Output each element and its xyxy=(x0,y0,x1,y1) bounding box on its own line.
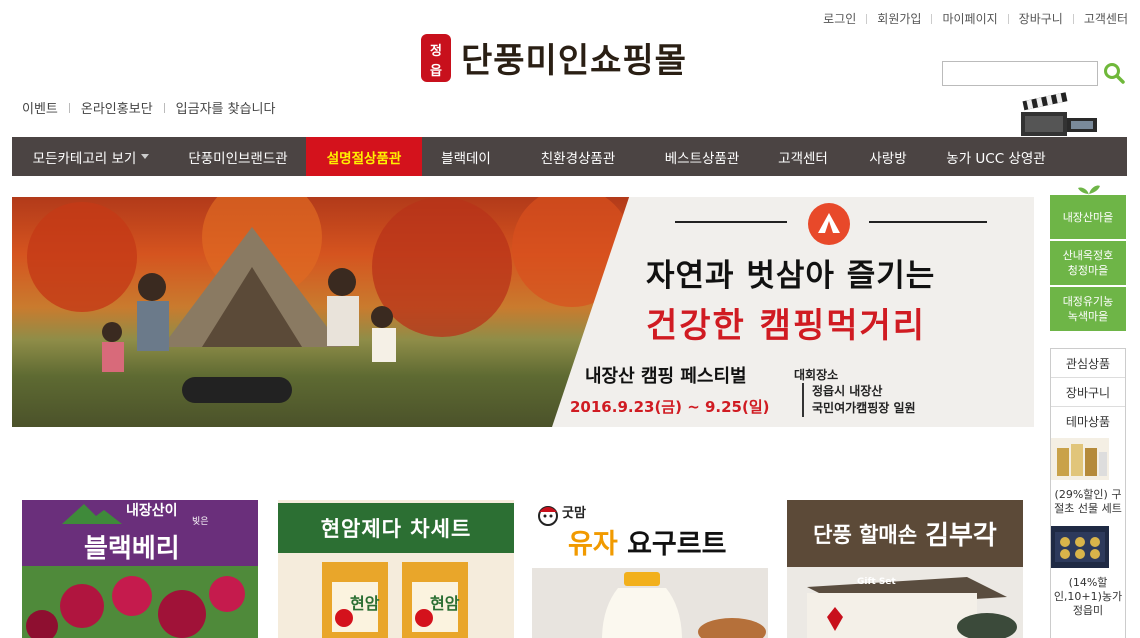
clapperboard-icon[interactable] xyxy=(1019,92,1097,138)
tent-icon xyxy=(808,203,850,245)
pack-label: 현암 xyxy=(350,594,380,613)
quick-cart-link[interactable]: 장바구니 xyxy=(1051,378,1125,407)
quick-menu: 관심상품 장바구니 테마상품 (29%할인) 구절초 선물 세트 (14%할인,… xyxy=(1050,348,1126,638)
nav-label: 고객센터 xyxy=(778,150,828,167)
blackberry-photo xyxy=(22,566,258,638)
banner-date: 2016.9.23(금) ~ 9.25(일) xyxy=(570,398,770,416)
mascot-icon xyxy=(538,506,558,526)
mountain-icon xyxy=(62,504,122,524)
nav-black-day[interactable]: 블랙데이 xyxy=(422,137,510,176)
card-title-rest: 요구르트 xyxy=(617,529,727,560)
nav-label: 설명절상품관 xyxy=(326,150,402,167)
banner-festival: 내장산 캠핑 페스티벌 xyxy=(585,366,747,387)
theme-product-thumbnail[interactable] xyxy=(1051,526,1109,568)
login-link[interactable]: 로그인 xyxy=(823,10,856,27)
search-input[interactable] xyxy=(942,60,1098,86)
gift-box-label: Gift Set xyxy=(857,577,896,587)
nav-new-year-hall[interactable]: 설명절상품관 xyxy=(306,137,422,176)
wishlist-link[interactable]: 관심상품 xyxy=(1051,349,1125,378)
banner-venue-line: 국민여가캠핑장 일원 xyxy=(812,401,916,415)
banner-venue: 정읍시 내장산 국민여가캠핑장 일원 xyxy=(802,383,916,417)
card-title: 유자 요구르트 xyxy=(568,522,726,561)
nav-label: 농가 UCC 상영관 xyxy=(946,150,1046,167)
customer-center-link[interactable]: 고객센터 xyxy=(1084,10,1128,27)
sprout-icon xyxy=(1078,185,1100,196)
banner-rule xyxy=(869,221,987,223)
card-title-emphasis: 김부각 xyxy=(925,521,997,551)
seal-glyph: 정 xyxy=(430,43,442,59)
yogurt-photo xyxy=(532,568,768,638)
divider xyxy=(68,102,70,113)
main-banner[interactable]: 자연과 벗삼아 즐기는 건강한 캠핑먹거리 내장산 캠핑 페스티벌 2016.9… xyxy=(12,197,1034,427)
card-subtitle: 내장산이 xyxy=(126,503,178,519)
event-link[interactable]: 이벤트 xyxy=(22,98,58,117)
banner-subheadline: 건강한 캠핑먹거리 xyxy=(646,306,927,346)
card-title: 블랙베리 xyxy=(84,534,180,564)
banner-headline: 자연과 벗삼아 즐기는 xyxy=(646,258,936,294)
online-promo-link[interactable]: 온라인홍보단 xyxy=(81,98,153,117)
mypage-link[interactable]: 마이페이지 xyxy=(942,10,997,27)
divider xyxy=(1072,13,1074,24)
gift-box-photo xyxy=(787,567,1023,638)
card-header: 내장산이 빚은 블랙베리 xyxy=(22,500,258,566)
nav-best-hall[interactable]: 베스트상품관 xyxy=(646,137,758,176)
nav-farm-ucc[interactable]: 농가 UCC 상영관 xyxy=(928,137,1064,176)
nav-label: 베스트상품관 xyxy=(664,150,740,167)
banner-venue-label: 대회장소 xyxy=(794,368,839,382)
chevron-down-icon xyxy=(141,154,150,159)
depositor-search-link[interactable]: 입금자를 찾습니다 xyxy=(176,98,276,117)
nav-eco-hall[interactable]: 친환경상품관 xyxy=(510,137,646,176)
sub-links: 이벤트 온라인홍보단 입금자를 찾습니다 xyxy=(22,98,275,117)
card-title: 현암제다 차세트 xyxy=(278,503,514,553)
nav-label: 모든카테고리 보기 xyxy=(32,150,137,167)
nav-customer-center[interactable]: 고객센터 xyxy=(758,137,848,176)
search-button[interactable] xyxy=(1100,59,1128,87)
nav-label: 친환경상품관 xyxy=(540,150,616,167)
search-bar xyxy=(942,59,1128,87)
logo-text: 단풍미인쇼핑몰 xyxy=(461,41,687,81)
village-link[interactable]: 산내옥정호 청정마을 xyxy=(1050,241,1126,285)
theme-product-caption[interactable]: (29%할인) 구절초 선물 세트 xyxy=(1051,488,1125,516)
village-links: 내장산마을 산내옥정호 청정마을 대정유기농 녹색마을 xyxy=(1050,195,1126,333)
divider xyxy=(1007,13,1009,24)
card-brand: 굿맘 xyxy=(562,506,586,521)
village-link[interactable]: 대정유기농 녹색마을 xyxy=(1050,287,1126,331)
nav-label: 사랑방 xyxy=(869,150,907,167)
divider xyxy=(931,13,933,24)
theme-product-caption[interactable]: (14%할인,10+1)농가 정읍미 xyxy=(1051,576,1125,618)
nav-brand-hall[interactable]: 단풍미인브랜드관 xyxy=(170,137,306,176)
site-logo[interactable]: 정 읍 단풍미인쇼핑몰 xyxy=(421,33,687,82)
divider xyxy=(866,13,868,24)
banner-rule xyxy=(675,221,787,223)
theme-product-thumbnail[interactable] xyxy=(1051,438,1109,480)
search-icon xyxy=(1104,63,1125,84)
card-header: 단풍 할매손 김부각 xyxy=(787,500,1023,567)
card-title-highlight: 유자 xyxy=(568,529,618,560)
nav-sarangbang[interactable]: 사랑방 xyxy=(848,137,928,176)
banner-venue-line: 정읍시 내장산 xyxy=(812,384,883,398)
nav-label: 블랙데이 xyxy=(441,150,491,167)
theme-title: 테마상품 xyxy=(1065,415,1111,429)
product-card-gimbugak[interactable]: 단풍 할매손 김부각 Gift Set xyxy=(787,500,1023,638)
pack-label: 현암 xyxy=(430,594,460,613)
signup-link[interactable]: 회원가입 xyxy=(877,10,921,27)
card-title: 단풍 할매손 xyxy=(813,522,918,547)
village-link[interactable]: 내장산마을 xyxy=(1050,195,1126,239)
product-card-yuzu-yogurt[interactable]: 굿맘 유자 요구르트 xyxy=(532,500,768,638)
top-utility-links: 로그인 회원가입 마이페이지 장바구니 고객센터 xyxy=(823,10,1128,27)
divider xyxy=(163,102,165,113)
seal-glyph: 읍 xyxy=(430,63,442,79)
product-card-blackberry[interactable]: 내장산이 빚은 블랙베리 xyxy=(22,500,258,638)
nav-label: 단풍미인브랜드관 xyxy=(188,150,288,167)
card-subtitle-small: 빚은 xyxy=(192,517,209,527)
main-nav: 모든카테고리 보기 단풍미인브랜드관 설명절상품관 블랙데이 친환경상품관 베스… xyxy=(12,137,1127,176)
nav-all-categories[interactable]: 모든카테고리 보기 xyxy=(12,137,170,176)
logo-seal: 정 읍 xyxy=(421,33,451,82)
product-card-tea-set[interactable]: 현암제다 차세트 현암 현암 xyxy=(278,500,514,638)
cart-link[interactable]: 장바구니 xyxy=(1019,10,1063,27)
